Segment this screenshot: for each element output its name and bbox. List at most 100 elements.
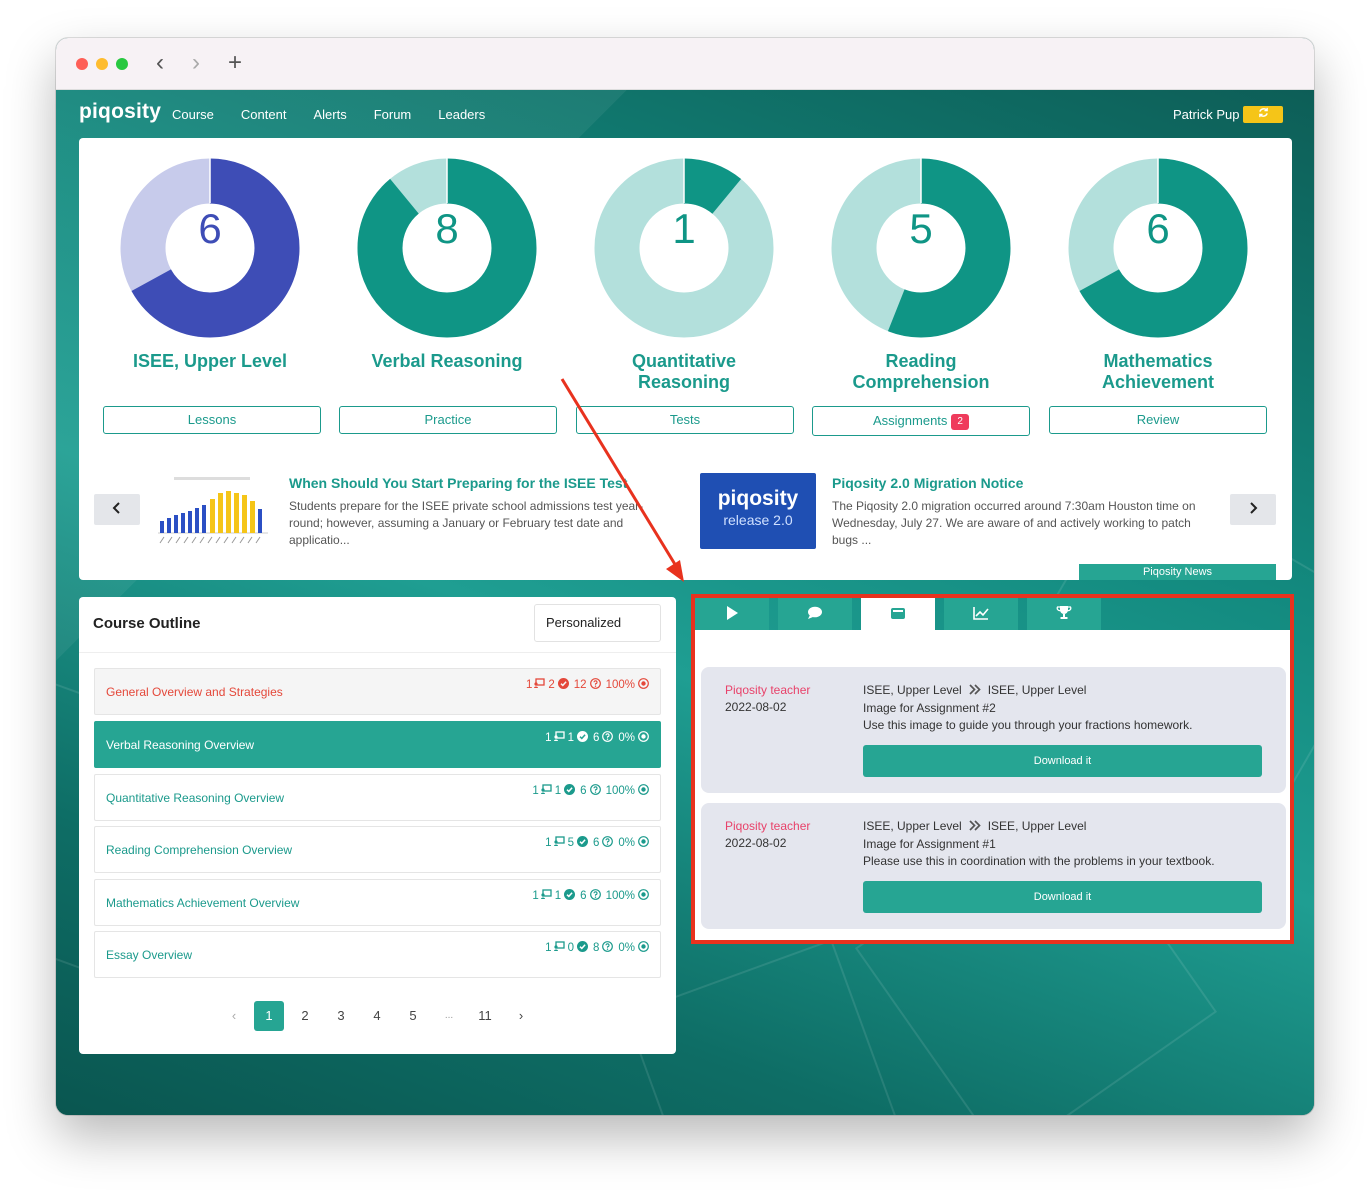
browser-titlebar: ‹ › + xyxy=(56,38,1314,90)
app-area: piqosity Course Content Alerts Forum Lea… xyxy=(56,90,1314,1115)
outline-row-title[interactable]: Mathematics Achievement Overview xyxy=(106,896,299,910)
donut-label-line: Quantitative xyxy=(631,351,737,371)
lessons-button[interactable]: Lessons xyxy=(103,406,321,434)
donut-value: 6 xyxy=(1146,205,1170,252)
outline-row-stats: 1 5 6 0% xyxy=(545,836,649,849)
outline-row[interactable]: Verbal Reasoning Overview 1 1 6 0% xyxy=(94,721,661,768)
question-circle-icon xyxy=(602,731,614,742)
nav-link-leaders[interactable]: Leaders xyxy=(438,107,485,122)
donut-label[interactable]: Mathematics Achievement xyxy=(1043,351,1273,393)
pagination-page[interactable]: 1 xyxy=(254,1001,284,1031)
outline-row[interactable]: Mathematics Achievement Overview 1 1 6 100% xyxy=(94,879,661,926)
news-title-2[interactable]: Piqosity 2.0 Migration Notice xyxy=(832,475,1023,491)
outline-row-title[interactable]: Reading Comprehension Overview xyxy=(106,843,292,857)
news-next-button[interactable] xyxy=(1230,494,1276,525)
tab-assignments[interactable] xyxy=(861,598,935,630)
donut-label[interactable]: ISEE, Upper Level xyxy=(95,351,325,372)
pagination-page[interactable]: 3 xyxy=(326,1001,356,1031)
brand-logo[interactable]: piqosity xyxy=(79,100,161,124)
outline-filter-select[interactable]: Personalized xyxy=(534,604,661,642)
check-circle-icon xyxy=(576,731,588,742)
download-button[interactable]: Download it xyxy=(863,745,1262,777)
assignments-label: Assignments xyxy=(873,413,948,428)
donut-value: 5 xyxy=(909,205,933,252)
lesson-icon xyxy=(540,784,552,794)
practice-button[interactable]: Practice xyxy=(339,406,557,434)
news-title-1[interactable]: When Should You Start Preparing for the … xyxy=(289,475,627,491)
news-tab[interactable]: Piqosity News xyxy=(1079,564,1276,580)
news-thumbnail-release: piqosity release 2.0 xyxy=(700,473,816,549)
pagination-page[interactable]: 2 xyxy=(290,1001,320,1031)
download-button[interactable]: Download it xyxy=(863,881,1262,913)
pagination-page[interactable]: 11 xyxy=(470,1001,500,1031)
lesson-count: 1 xyxy=(532,890,539,902)
refresh-icon xyxy=(1258,107,1268,118)
user-name[interactable]: Patrick Pup xyxy=(1173,107,1239,122)
tab-comments[interactable] xyxy=(778,598,852,630)
completed-count: 1 xyxy=(554,890,562,902)
forward-arrow-icon[interactable]: › xyxy=(192,50,200,76)
nav-link-forum[interactable]: Forum xyxy=(374,107,412,122)
assignment-teacher[interactable]: Piqosity teacher xyxy=(725,683,810,697)
summary-card: 6 ISEE, Upper Level 8 Verbal Reasoning 1 Quan… xyxy=(79,138,1292,580)
lesson-count: 1 xyxy=(545,837,552,849)
outline-row-stats: 1 0 8 0% xyxy=(545,941,649,954)
outline-row[interactable]: Quantitative Reasoning Overview 1 1 6 100% xyxy=(94,774,661,821)
donut-label[interactable]: Quantitative Reasoning xyxy=(569,351,799,393)
zoom-window-button[interactable] xyxy=(116,58,128,70)
outline-row-stats: 1 2 12 100% xyxy=(526,678,649,691)
tests-button[interactable]: Tests xyxy=(576,406,794,434)
lesson-icon xyxy=(534,678,546,688)
new-tab-plus-icon[interactable]: + xyxy=(228,50,242,76)
play-icon xyxy=(727,606,738,620)
tab-video[interactable] xyxy=(695,598,769,630)
check-circle-icon xyxy=(576,836,588,847)
comment-icon xyxy=(808,606,822,619)
pagination-page[interactable]: 5 xyxy=(398,1001,428,1031)
check-circle-icon xyxy=(576,941,588,952)
news-text-2: The Piqosity 2.0 migration occurred arou… xyxy=(832,499,1196,547)
donut-label-line: Achievement xyxy=(1101,372,1215,392)
lesson-count: 1 xyxy=(525,679,533,691)
outline-row[interactable]: Reading Comprehension Overview 1 5 6 0% xyxy=(94,826,661,873)
assignments-button[interactable]: Assignments 2 xyxy=(812,406,1030,436)
outline-row[interactable]: Essay Overview 1 0 8 0% xyxy=(94,931,661,978)
question-count: 12 xyxy=(573,679,587,691)
donut-value: 1 xyxy=(672,205,696,252)
assignment-path: ISEE, Upper Level ISEE, Upper Level xyxy=(863,683,1086,697)
assignment-card: Piqosity teacher 2022-08-02 ISEE, Upper Le… xyxy=(701,803,1286,929)
nav-link-content[interactable]: Content xyxy=(241,107,287,122)
lesson-icon xyxy=(553,941,565,951)
double-chevron-right-icon xyxy=(969,820,981,831)
question-circle-icon xyxy=(602,836,614,847)
outline-row-title[interactable]: Essay Overview xyxy=(106,948,192,962)
completed-count: 2 xyxy=(548,679,555,691)
assignment-to: ISEE, Upper Level xyxy=(987,819,1087,833)
pagination-page[interactable]: 4 xyxy=(362,1001,392,1031)
outline-row-title[interactable]: Verbal Reasoning Overview xyxy=(106,738,254,752)
lesson-count: 1 xyxy=(545,942,552,954)
completed-count: 1 xyxy=(567,732,574,744)
back-arrow-icon[interactable]: ‹ xyxy=(156,50,164,76)
outline-row-title[interactable]: Quantitative Reasoning Overview xyxy=(106,791,284,805)
question-circle-icon xyxy=(589,678,601,689)
close-window-button[interactable] xyxy=(76,58,88,70)
review-button[interactable]: Review xyxy=(1049,406,1267,434)
nav-link-course[interactable]: Course xyxy=(172,107,214,122)
outline-row[interactable]: General Overview and Strategies 1 2 12 100% xyxy=(94,668,661,715)
pagination-prev[interactable]: ‹ xyxy=(219,1001,249,1031)
news-prev-button[interactable] xyxy=(94,494,140,525)
nav-link-alerts[interactable]: Alerts xyxy=(313,107,346,122)
tab-leaderboard[interactable] xyxy=(1027,598,1101,630)
percent-complete: 100% xyxy=(605,679,635,691)
assignment-teacher[interactable]: Piqosity teacher xyxy=(725,819,810,833)
pagination-next[interactable]: › xyxy=(506,1001,536,1031)
refresh-button[interactable] xyxy=(1243,106,1283,123)
outline-row-title[interactable]: General Overview and Strategies xyxy=(106,685,283,699)
assignment-description: Please use this in coordination with the… xyxy=(863,854,1215,868)
tab-progress[interactable] xyxy=(944,598,1018,630)
donut-label[interactable]: Verbal Reasoning xyxy=(332,351,562,372)
minimize-window-button[interactable] xyxy=(96,58,108,70)
donut-label-line: Reasoning xyxy=(637,372,730,392)
donut-label[interactable]: Reading Comprehension xyxy=(806,351,1036,393)
